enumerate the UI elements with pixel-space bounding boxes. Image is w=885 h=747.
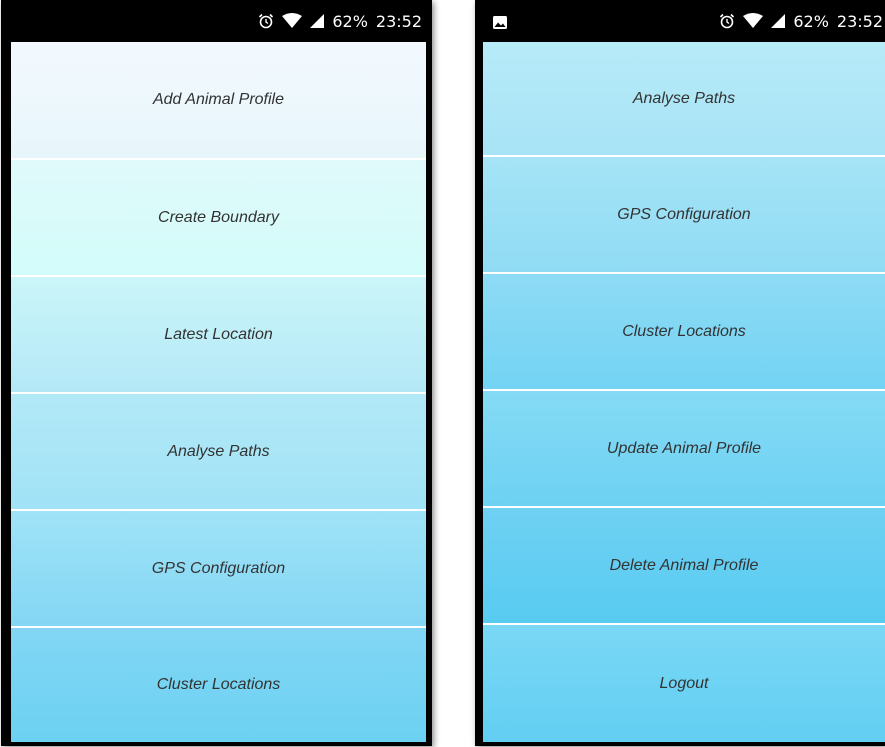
image-notification-icon (493, 16, 507, 29)
signal-icon (771, 14, 786, 28)
battery-text: 62% (793, 11, 829, 31)
menu-item-logout[interactable]: Logout (483, 625, 885, 742)
phone-right: 62% 23:52 Analyse Paths GPS Configuratio… (475, 0, 885, 746)
alarm-icon (259, 13, 274, 29)
menu-item-analyse-paths[interactable]: Analyse Paths (483, 42, 885, 157)
wifi-icon (282, 13, 303, 28)
battery-text: 62% (332, 11, 368, 31)
right-menu: Analyse Paths GPS Configuration Cluster … (483, 42, 885, 742)
left-menu: Add Animal Profile Create Boundary Lates… (11, 42, 426, 742)
menu-item-create-boundary[interactable]: Create Boundary (11, 160, 426, 277)
menu-item-latest-location[interactable]: Latest Location (11, 277, 426, 394)
alarm-icon (720, 13, 735, 29)
menu-item-analyse-paths[interactable]: Analyse Paths (11, 394, 426, 511)
status-bar: 62% 23:52 (1, 0, 432, 42)
status-bar: 62% 23:52 (475, 0, 885, 42)
menu-item-add-animal-profile[interactable]: Add Animal Profile (11, 42, 426, 160)
phone-left: 62% 23:52 Add Animal Profile Create Boun… (1, 0, 432, 746)
status-icons: 62% 23:52 (719, 0, 883, 42)
menu-item-update-animal-profile[interactable]: Update Animal Profile (483, 391, 885, 508)
menu-item-delete-animal-profile[interactable]: Delete Animal Profile (483, 508, 885, 625)
time-text: 23:52 (836, 11, 883, 31)
time-text: 23:52 (375, 11, 422, 31)
menu-item-cluster-locations[interactable]: Cluster Locations (11, 628, 426, 742)
wifi-icon (743, 13, 764, 28)
menu-item-gps-configuration[interactable]: GPS Configuration (11, 511, 426, 628)
status-icons: 62% 23:52 (258, 0, 422, 42)
menu-item-cluster-locations[interactable]: Cluster Locations (483, 274, 885, 391)
menu-item-gps-configuration[interactable]: GPS Configuration (483, 157, 885, 274)
signal-icon (310, 14, 325, 28)
